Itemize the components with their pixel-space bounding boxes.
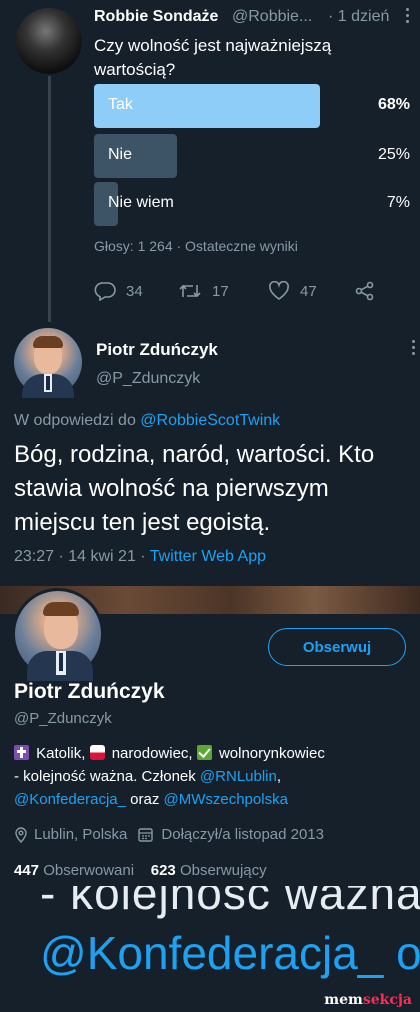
bio-text: narodowiec,	[111, 745, 197, 762]
tweet-text: Bóg, rodzina, naród, wartości. Kto stawi…	[14, 441, 375, 536]
profile-bio: Katolik, narodowiec, wolnorynkowiec - kol…	[14, 742, 410, 811]
bio-text: ,	[276, 768, 282, 785]
latin-cross-icon	[14, 745, 29, 760]
location-icon	[15, 826, 27, 843]
poll-option-label: Nie wiem	[108, 194, 174, 211]
heart-icon	[269, 281, 289, 300]
retweet-button[interactable]: 17	[178, 280, 229, 302]
author-handle[interactable]: @P_Zdunczyk	[96, 370, 200, 388]
profile-handle: @P_Zdunczyk	[14, 710, 112, 727]
share-icon	[355, 281, 374, 301]
author-handle[interactable]: @Robbie...	[232, 8, 312, 26]
following-link[interactable]: 447 Obserwowani	[14, 862, 134, 879]
bio-text: - kolejność ważna. Członek	[14, 768, 200, 785]
more-options-icon[interactable]	[406, 8, 410, 24]
tweet-timestamp: 23:27 · 14 kwi 21 · Twitter Web App	[14, 548, 266, 566]
poll-tweet[interactable]: Robbie Sondaże @Robbie... · 1 dzień Czy …	[0, 0, 420, 326]
followers-link[interactable]: 623 Obserwujący	[151, 862, 267, 879]
poll-option-percent: 25%	[377, 146, 410, 163]
watermark-text: mem	[324, 992, 363, 1008]
zoomed-bio-crop: - kolejność ważna @Konfederacja_ o memse…	[0, 886, 420, 1012]
profile-location: Lublin, Polska	[34, 826, 128, 843]
avatar[interactable]	[14, 328, 82, 398]
avatar[interactable]	[16, 8, 82, 74]
poll-option: Tak 68%	[94, 84, 412, 128]
poll-bar	[94, 134, 177, 178]
avatar-hair	[33, 336, 63, 348]
following-count: 447	[14, 862, 40, 879]
profile-card: Obserwuj Piotr Zduńczyk @P_Zdunczyk Kato…	[0, 586, 420, 886]
retweet-icon	[179, 284, 201, 298]
poland-flag-icon	[89, 745, 105, 760]
calendar-icon	[138, 827, 154, 842]
thread-line	[48, 76, 51, 326]
follow-button[interactable]: Obserwuj	[268, 628, 406, 666]
like-count: 47	[300, 282, 317, 300]
zoomed-mention: @Konfederacja_ o	[40, 927, 420, 979]
profile-stats: 447 Obserwowani 623 Obserwujący	[14, 862, 267, 879]
tweet-time[interactable]: 23:27 · 14 kwi 21 ·	[14, 548, 150, 565]
reply-button[interactable]: 34	[94, 280, 143, 302]
poll-option: Nie 25%	[94, 134, 412, 178]
reply-count: 34	[126, 282, 143, 300]
reply-icon	[94, 282, 116, 301]
bio-mention-link[interactable]: @MWszechpolska	[163, 791, 287, 808]
bio-text: Katolik,	[36, 745, 90, 762]
more-options-icon[interactable]	[412, 340, 416, 358]
tweet-time[interactable]: · 1 dzień	[328, 8, 389, 26]
bio-mention-link[interactable]: @RNLublin	[200, 768, 277, 785]
reply-to-link[interactable]: @RobbieScotTwink	[140, 412, 280, 429]
check-mark-icon	[196, 745, 212, 760]
retweet-count: 17	[212, 282, 229, 300]
watermark-text: sekcja	[362, 992, 412, 1008]
poll-results-meta: Głosy: 1 264 · Ostateczne wyniki	[94, 238, 298, 254]
profile-meta: Lublin, Polska Dołączył/a listopad 2013	[14, 826, 324, 843]
tweet-actions: 34 17 47	[94, 280, 404, 304]
poll-option-label: Nie	[108, 146, 133, 163]
followers-count: 623	[150, 862, 176, 879]
profile-avatar[interactable]	[12, 588, 104, 681]
bio-text: wolnorynkowiec	[218, 745, 325, 762]
bio-text: oraz	[125, 791, 164, 808]
author-name[interactable]: Piotr Zduńczyk	[96, 340, 218, 360]
like-button[interactable]: 47	[268, 280, 317, 302]
tweet-text: Czy wolność jest najważniejszą wartością…	[94, 36, 332, 79]
poll-option-label: Tak	[108, 96, 133, 113]
watermark-logo: memsekcja	[324, 992, 412, 1008]
tweet-source-link[interactable]: Twitter Web App	[150, 548, 266, 565]
avatar-tie	[59, 653, 63, 671]
zoomed-bio-line: - kolejność ważna	[40, 886, 420, 919]
reply-tweet[interactable]: Piotr Zduńczyk @P_Zdunczyk W odpowiedzi …	[0, 322, 420, 584]
author-name[interactable]: Robbie Sondaże	[94, 8, 218, 26]
poll-option: Nie wiem 7%	[94, 182, 412, 226]
followers-label: Obserwujący	[179, 862, 267, 879]
following-label: Obserwowani	[43, 862, 135, 879]
avatar-tie	[46, 376, 50, 390]
profile-name: Piotr Zduńczyk	[14, 680, 165, 703]
reply-prefix: W odpowiedzi do	[14, 412, 141, 429]
profile-joined: Dołączył/a listopad 2013	[161, 826, 325, 843]
reply-context: W odpowiedzi do @RobbieScotTwink	[14, 412, 280, 430]
bio-mention-link[interactable]: @Konfederacja_	[14, 791, 126, 808]
poll-option-percent: 68%	[377, 96, 410, 113]
poll-option-percent: 7%	[386, 194, 410, 211]
share-button[interactable]	[354, 280, 386, 302]
avatar-hair	[43, 602, 79, 616]
